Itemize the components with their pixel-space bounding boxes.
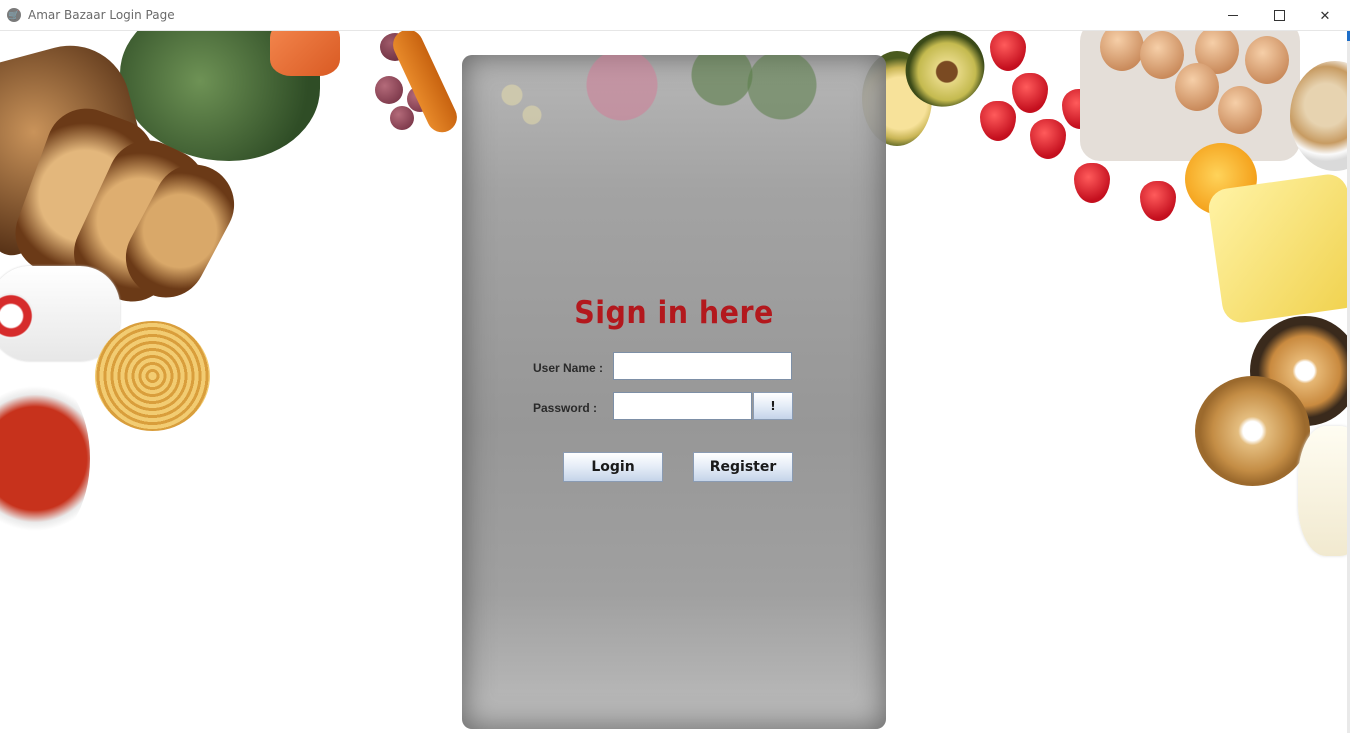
pasta-decoration (95, 321, 210, 431)
sauce-bowl-decoration (0, 371, 90, 546)
sign-in-heading: Sign in here (574, 295, 774, 331)
strawberry-decoration (1140, 181, 1176, 221)
register-button[interactable]: Register (693, 452, 793, 482)
login-panel: Sign in here User Name : Password : ! Lo… (462, 55, 886, 729)
show-password-button[interactable]: ! (753, 392, 793, 420)
password-input[interactable] (613, 392, 752, 420)
egg-decoration (1245, 36, 1289, 84)
maximize-button[interactable] (1256, 0, 1302, 31)
app-cart-icon: 🛒 (7, 8, 21, 22)
window-title: Amar Bazaar Login Page (28, 8, 175, 22)
close-icon: ✕ (1319, 7, 1331, 23)
bagel-decoration (1195, 376, 1310, 486)
maximize-icon (1273, 10, 1285, 21)
username-label: User Name : (533, 361, 604, 375)
strawberry-decoration (980, 101, 1016, 141)
egg-decoration (1140, 31, 1184, 79)
title-bar: 🛒 Amar Bazaar Login Page ✕ (0, 0, 1350, 31)
username-input[interactable] (613, 352, 792, 380)
onion-decoration (390, 106, 414, 130)
strawberry-decoration (1030, 119, 1066, 159)
egg-decoration (1218, 86, 1262, 134)
minimize-icon (1228, 15, 1238, 16)
cream-cheese-decoration (1298, 426, 1347, 556)
onion-decoration (375, 76, 403, 104)
strawberry-decoration (1074, 163, 1110, 203)
password-label: Password : (533, 401, 598, 415)
salmon-decoration (270, 31, 340, 76)
panel-vegetable-overlay (462, 55, 886, 145)
strawberry-decoration (1012, 73, 1048, 113)
close-button[interactable]: ✕ (1302, 0, 1348, 31)
strawberry-decoration (990, 31, 1026, 71)
egg-decoration (1175, 63, 1219, 111)
login-button[interactable]: Login (563, 452, 663, 482)
minimize-button[interactable] (1210, 0, 1256, 31)
butter-decoration (1206, 171, 1347, 326)
background-food-image: Sign in here User Name : Password : ! Lo… (0, 31, 1347, 733)
